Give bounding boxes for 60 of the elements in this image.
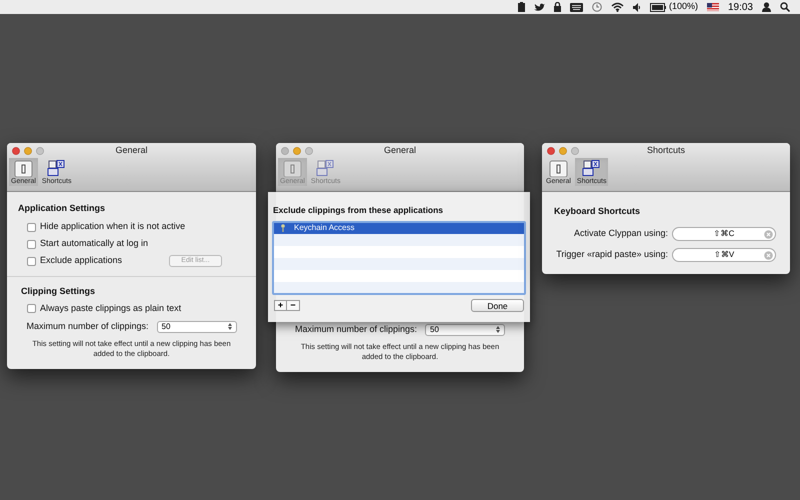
keys-icon [582, 160, 602, 177]
field-label: Maximum number of clippings: [26, 320, 149, 333]
number-popup[interactable]: 50 [156, 320, 237, 333]
keychain-icon [280, 224, 286, 232]
window-title: General [384, 144, 416, 157]
zoom-button[interactable] [36, 146, 44, 154]
bird-icon[interactable] [534, 2, 545, 12]
close-button[interactable] [547, 146, 555, 154]
window-title: Shortcuts [646, 144, 686, 157]
switch-icon [548, 160, 568, 177]
battery-percentage: (100%) [668, 0, 698, 14]
shortcut-label: Activate Clyppan using: [574, 227, 668, 240]
clipboard-icon[interactable] [518, 2, 525, 12]
minimize-button[interactable] [293, 146, 301, 154]
checkbox[interactable] [27, 256, 36, 266]
checkbox-label: Hide application when it is not active [40, 220, 186, 234]
user-icon[interactable] [762, 2, 771, 12]
lock-icon[interactable] [554, 2, 561, 12]
shortcut-label: Trigger «rapid paste» using: [556, 248, 668, 262]
shortcut-field[interactable]: ⇧⌘V [672, 248, 776, 262]
zoom-button[interactable] [305, 146, 313, 154]
clear-icon[interactable] [764, 250, 773, 260]
flag-icon[interactable] [706, 3, 719, 11]
done-button[interactable]: Done [471, 298, 524, 312]
close-button[interactable] [12, 146, 20, 154]
search-icon[interactable] [780, 2, 790, 12]
switch-icon [282, 160, 302, 177]
updown-icon [496, 326, 500, 334]
field-label: Maximum number of clippings: [294, 323, 418, 336]
checkbox[interactable] [27, 222, 36, 232]
minimize-button[interactable] [559, 146, 567, 154]
number-popup[interactable]: 50 [425, 324, 506, 336]
clear-icon[interactable] [764, 230, 773, 238]
minimize-button[interactable] [24, 146, 32, 154]
checkbox-label: Start automatically at log in [40, 237, 148, 250]
clock-icon[interactable] [592, 2, 602, 12]
shortcut-field[interactable]: ⇧⌘C [672, 227, 776, 241]
list-row[interactable]: Keychain Access [274, 222, 524, 234]
updown-icon [228, 323, 232, 330]
section-heading: Keyboard Shortcuts [554, 205, 642, 218]
menu-bar-clock[interactable]: 19:03 [728, 0, 753, 14]
remove-button[interactable]: − [287, 300, 300, 311]
switch-icon [14, 160, 33, 177]
wifi-icon[interactable] [610, 2, 624, 12]
section-heading: Clipping Settings [21, 284, 96, 298]
keyboard-icon[interactable] [570, 2, 583, 12]
add-button[interactable]: + [274, 300, 287, 311]
battery-icon[interactable] [650, 2, 666, 12]
zoom-button[interactable] [571, 146, 579, 154]
speaker-icon[interactable] [632, 2, 641, 12]
section-heading: Application Settings [18, 202, 106, 215]
close-button[interactable] [281, 146, 289, 154]
sheet-heading: Exclude clippings from these applications [272, 204, 444, 217]
keys-icon [316, 160, 336, 177]
checkbox-label: Exclude applications [40, 254, 122, 268]
window-title: General [115, 144, 148, 157]
keys-icon [47, 160, 66, 177]
checkbox[interactable] [27, 304, 36, 313]
checkbox-label: Always paste clippings as plain text [40, 302, 182, 315]
checkbox[interactable] [27, 240, 36, 248]
